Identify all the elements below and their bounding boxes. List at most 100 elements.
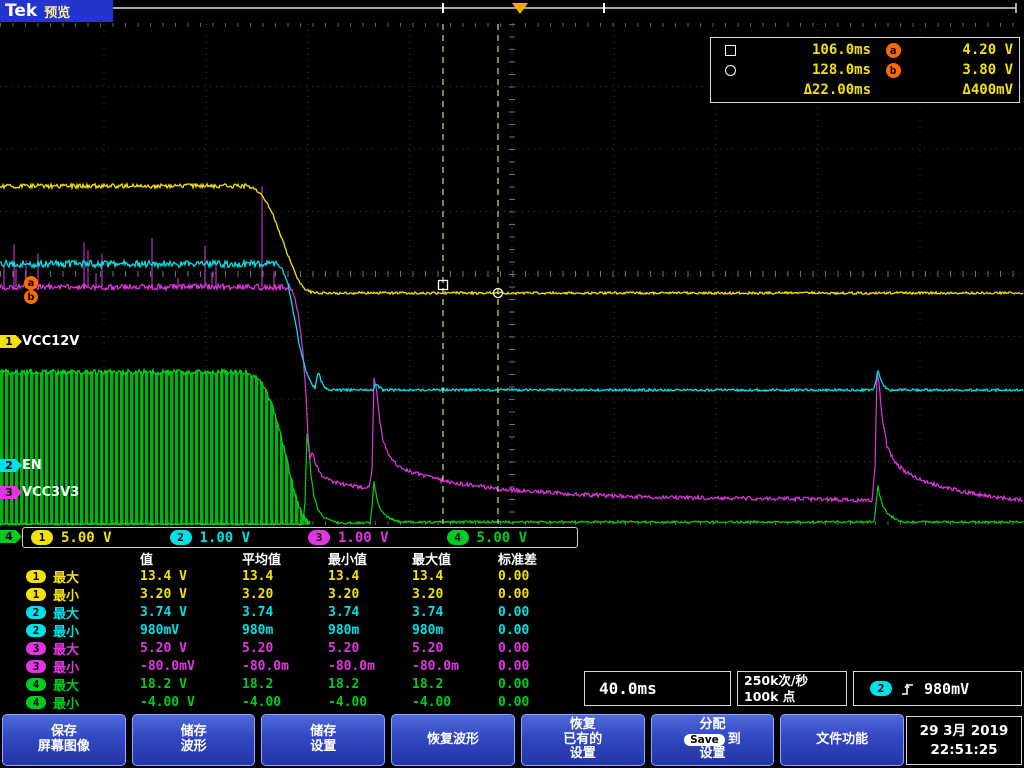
measurement-cell: -80.0mV bbox=[138, 659, 240, 674]
trigger-source-pill: 2 bbox=[870, 681, 892, 696]
channel-badge: 1 bbox=[26, 588, 46, 601]
measurement-cell: -4.00 V bbox=[138, 695, 240, 710]
measurement-row-label: 4最小 bbox=[22, 693, 138, 712]
measurement-header: 最小值 bbox=[326, 549, 410, 568]
measurement-cell: 3.20 bbox=[326, 587, 410, 602]
cursor-a-time: 106.0ms bbox=[751, 42, 871, 58]
measurement-cell: -4.00 bbox=[240, 695, 326, 710]
channel-3-pill: 3 bbox=[308, 530, 330, 545]
rising-edge-icon bbox=[901, 681, 915, 697]
menu-button-recall-waveform[interactable]: 恢复波形 bbox=[391, 714, 515, 766]
channel-2-scale-value: 1.00 V bbox=[200, 530, 251, 546]
measurement-cell: 0.00 bbox=[496, 659, 578, 674]
measurement-cell: 980mV bbox=[138, 623, 240, 638]
measurement-cell: 0.00 bbox=[496, 641, 578, 656]
measurement-cell: 5.20 bbox=[410, 641, 496, 656]
channel-4-scale[interactable]: 4 5.00 V bbox=[439, 530, 578, 546]
trigger-readout: 2 980mV bbox=[853, 671, 1022, 706]
measurement-cell: 18.2 V bbox=[138, 677, 240, 692]
channel-3-scale[interactable]: 3 1.00 V bbox=[300, 530, 439, 546]
cursor-delta-time: Δ22.00ms bbox=[751, 82, 871, 98]
measurement-header: 最大值 bbox=[410, 549, 496, 568]
cursor-b-badge-icon: b bbox=[886, 63, 901, 78]
measurement-cell: 980m bbox=[410, 623, 496, 638]
stat-label: 最大 bbox=[53, 603, 79, 622]
measurement-cell: 3.20 bbox=[410, 587, 496, 602]
measurement-cell: 13.4 bbox=[326, 569, 410, 584]
measurement-cell: 3.74 bbox=[326, 605, 410, 620]
measurement-cell: 18.2 bbox=[326, 677, 410, 692]
channel-badge: 3 bbox=[26, 660, 46, 673]
measurement-cell: -80.0m bbox=[326, 659, 410, 674]
timebase-value: 40.0ms bbox=[599, 679, 657, 698]
cursor-delta-value: Δ400mV bbox=[915, 82, 1013, 98]
stat-label: 最小 bbox=[53, 585, 79, 604]
measurement-cell: 3.20 bbox=[240, 587, 326, 602]
measurement-cell: 3.74 V bbox=[138, 605, 240, 620]
channel-1-pill: 1 bbox=[31, 530, 53, 545]
record-length: 100k 点 bbox=[744, 689, 846, 705]
measurement-cell: 0.00 bbox=[496, 623, 578, 638]
channel-badge: 2 bbox=[26, 624, 46, 637]
acquisition-mode-label: 预览 bbox=[44, 2, 70, 21]
sample-rate: 250k次/秒 bbox=[744, 673, 846, 689]
measurement-cell: 0.00 bbox=[496, 569, 578, 584]
measurement-cell: -80.0m bbox=[240, 659, 326, 674]
channel-badge: 4 bbox=[26, 678, 46, 691]
menu-button-save-waveform[interactable]: 储存波形 bbox=[132, 714, 256, 766]
measurement-cell: 0.00 bbox=[496, 587, 578, 602]
channel-2-label: EN bbox=[22, 458, 42, 473]
softkey-menu: 保存屏幕图像 储存波形 储存设置 恢复波形 恢复已有的设置 分配 Save到 设… bbox=[2, 714, 904, 766]
time-label: 22:51:25 bbox=[930, 741, 997, 759]
brand-logo: Tek bbox=[5, 1, 37, 21]
measurement-row-label: 4最大 bbox=[22, 675, 138, 694]
cursor-b-circle-icon bbox=[725, 65, 736, 76]
channel-1-scale-value: 5.00 V bbox=[61, 530, 112, 546]
cursor-a-square-icon bbox=[725, 45, 736, 56]
measurement-cell: 5.20 bbox=[240, 641, 326, 656]
record-view-bar bbox=[106, 3, 1016, 14]
menu-button-save-screen[interactable]: 保存屏幕图像 bbox=[2, 714, 126, 766]
measurement-cell: -4.00 bbox=[410, 695, 496, 710]
menu-button-recall-setup[interactable]: 恢复已有的设置 bbox=[521, 714, 645, 766]
channel-4-scale-value: 5.00 V bbox=[477, 530, 528, 546]
channel-badge: 3 bbox=[26, 642, 46, 655]
menu-button-save-setup[interactable]: 储存设置 bbox=[261, 714, 385, 766]
cursor-b-time: 128.0ms bbox=[751, 62, 871, 78]
cursor-b-level-badge[interactable]: b bbox=[24, 290, 38, 304]
menu-button-assign-save[interactable]: 分配 Save到 设置 bbox=[651, 714, 775, 766]
stat-label: 最小 bbox=[53, 657, 79, 676]
channel-1-scale[interactable]: 1 5.00 V bbox=[23, 530, 162, 546]
measurement-cell: 0.00 bbox=[496, 605, 578, 620]
measurement-header: 标准差 bbox=[496, 549, 578, 568]
cursor-readout-box: 106.0ms a 4.20 V 128.0ms b 3.80 V Δ22.00… bbox=[710, 37, 1020, 103]
measurement-cell: -80.0m bbox=[410, 659, 496, 674]
measurement-cell: 980m bbox=[240, 623, 326, 638]
channel-2-scale[interactable]: 2 1.00 V bbox=[162, 530, 301, 546]
measurement-row-label: 2 最大 bbox=[22, 603, 138, 622]
measurement-cell: 5.20 V bbox=[138, 641, 240, 656]
measurement-row-label: 1最大 bbox=[22, 567, 138, 586]
measurement-cell: 13.4 bbox=[410, 569, 496, 584]
measurement-cell: 13.4 V bbox=[138, 569, 240, 584]
measurement-row-label: 2 最小 bbox=[22, 621, 138, 640]
channel-3-scale-value: 1.00 V bbox=[338, 530, 389, 546]
channel-4-pill: 4 bbox=[447, 530, 469, 545]
measurement-cell: 980m bbox=[326, 623, 410, 638]
stat-label: 最小 bbox=[53, 621, 79, 640]
acquisition-readout: 250k次/秒 100k 点 bbox=[737, 671, 847, 706]
measurement-cell: 18.2 bbox=[410, 677, 496, 692]
measurement-cell: 0.00 bbox=[496, 677, 578, 692]
stat-label: 最大 bbox=[53, 567, 79, 586]
cursor-b-value: 3.80 V bbox=[915, 62, 1013, 78]
cursor-a-level-badge[interactable]: a bbox=[24, 276, 38, 290]
channel-2-pill: 2 bbox=[170, 530, 192, 545]
measurement-cell: 3.74 bbox=[410, 605, 496, 620]
vertical-scale-bar: 1 5.00 V 2 1.00 V 3 1.00 V 4 5.00 V bbox=[22, 527, 578, 548]
menu-button-file-utilities[interactable]: 文件功能 bbox=[780, 714, 904, 766]
measurement-cell: 3.20 V bbox=[138, 587, 240, 602]
measurement-row-label: 3最大 bbox=[22, 639, 138, 658]
date-label: 29 3月 2019 bbox=[920, 722, 1009, 740]
channel-badge: 2 bbox=[26, 606, 46, 619]
measurement-cell: 3.74 bbox=[240, 605, 326, 620]
